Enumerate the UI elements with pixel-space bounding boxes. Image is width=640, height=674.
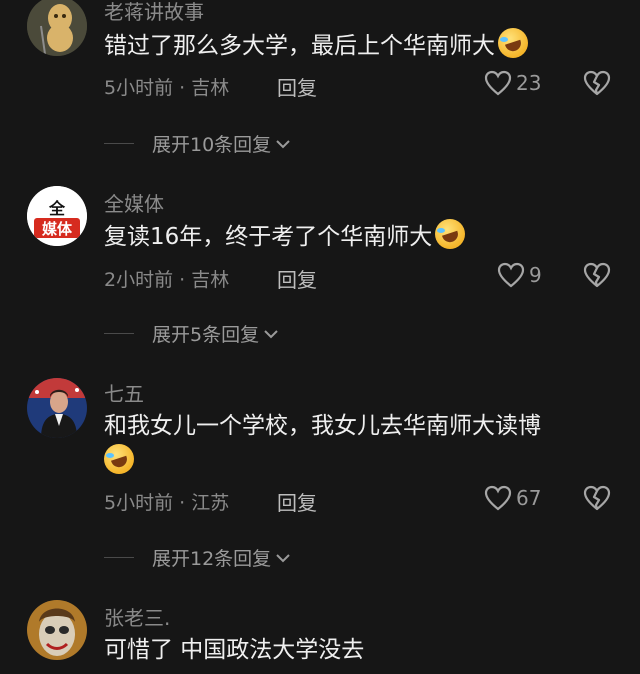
comment-text: 可惜了 中国政法大学没去 bbox=[104, 632, 364, 668]
username[interactable]: 张老三. bbox=[104, 602, 170, 631]
avatar-text-top: 全 bbox=[48, 199, 66, 218]
divider-line bbox=[104, 143, 134, 144]
dislike-button[interactable] bbox=[583, 485, 611, 513]
comment-meta: 5小时前 · 吉林 bbox=[104, 77, 230, 99]
username[interactable]: 七五 bbox=[104, 378, 144, 407]
expand-replies-button[interactable]: 展开5条回复 bbox=[104, 320, 279, 347]
broken-heart-icon bbox=[583, 262, 611, 288]
avatar-text-bottom: 媒体 bbox=[42, 220, 73, 238]
man-portrait-avatar-icon bbox=[27, 378, 87, 438]
avatar[interactable] bbox=[27, 600, 87, 660]
expand-replies-label: 展开5条回复 bbox=[152, 324, 260, 346]
comment-text-content: 可惜了 中国政法大学没去 bbox=[104, 637, 365, 663]
expand-replies-label: 展开10条回复 bbox=[152, 134, 272, 156]
media-logo-avatar-icon: 全 媒体 bbox=[27, 186, 87, 246]
username[interactable]: 全媒体 bbox=[104, 188, 164, 217]
divider-line bbox=[104, 333, 134, 334]
comment-meta: 5小时前 · 江苏 bbox=[104, 492, 230, 514]
like-button[interactable]: 9 bbox=[497, 262, 542, 288]
reply-button[interactable]: 回复 bbox=[277, 487, 317, 516]
comment-text: 复读16年，终于考了个华南师大 bbox=[104, 219, 466, 255]
like-count: 9 bbox=[529, 263, 542, 287]
like-count: 23 bbox=[516, 71, 542, 95]
expand-replies-button[interactable]: 展开12条回复 bbox=[104, 544, 291, 571]
expand-replies-label: 展开12条回复 bbox=[152, 548, 272, 570]
avatar[interactable] bbox=[27, 378, 87, 438]
heart-icon bbox=[484, 70, 512, 96]
dislike-button[interactable] bbox=[583, 262, 611, 290]
expand-replies-button[interactable]: 展开10条回复 bbox=[104, 130, 291, 157]
username[interactable]: 老蒋讲故事 bbox=[104, 0, 204, 25]
like-count: 67 bbox=[516, 486, 542, 510]
comment-text: 错过了那么多大学，最后上个华南师大 bbox=[104, 28, 528, 64]
avatar[interactable]: 全 媒体 bbox=[27, 186, 87, 246]
reply-button[interactable]: 回复 bbox=[277, 264, 317, 293]
peanut-avatar-icon bbox=[27, 0, 87, 56]
chevron-down-icon bbox=[276, 139, 290, 148]
avatar[interactable] bbox=[27, 0, 87, 56]
divider-line bbox=[104, 557, 134, 558]
clown-face-avatar-icon bbox=[27, 600, 87, 660]
comment-text-content: 错过了那么多大学，最后上个华南师大 bbox=[104, 33, 495, 59]
heart-icon bbox=[497, 262, 525, 288]
broken-heart-icon bbox=[583, 485, 611, 511]
laughing-tears-emoji-icon bbox=[104, 444, 134, 474]
comment-text-content: 和我女儿一个学校，我女儿去华南师大读博 bbox=[104, 413, 541, 439]
reply-button[interactable]: 回复 bbox=[277, 72, 317, 101]
dislike-button[interactable] bbox=[583, 70, 611, 98]
broken-heart-icon bbox=[583, 70, 611, 96]
comment-meta: 2小时前 · 吉林 bbox=[104, 269, 230, 291]
like-button[interactable]: 23 bbox=[484, 70, 541, 96]
comment-text: 和我女儿一个学校，我女儿去华南师大读博 bbox=[104, 408, 541, 444]
laughing-tears-emoji-icon bbox=[435, 219, 466, 249]
chevron-down-icon bbox=[264, 329, 278, 338]
comment-text-continued bbox=[104, 444, 134, 480]
heart-icon bbox=[484, 485, 512, 511]
chevron-down-icon bbox=[276, 553, 290, 562]
laughing-tears-emoji-icon bbox=[498, 28, 528, 58]
like-button[interactable]: 67 bbox=[484, 485, 541, 511]
comment-text-content: 复读16年，终于考了个华南师大 bbox=[104, 224, 433, 250]
